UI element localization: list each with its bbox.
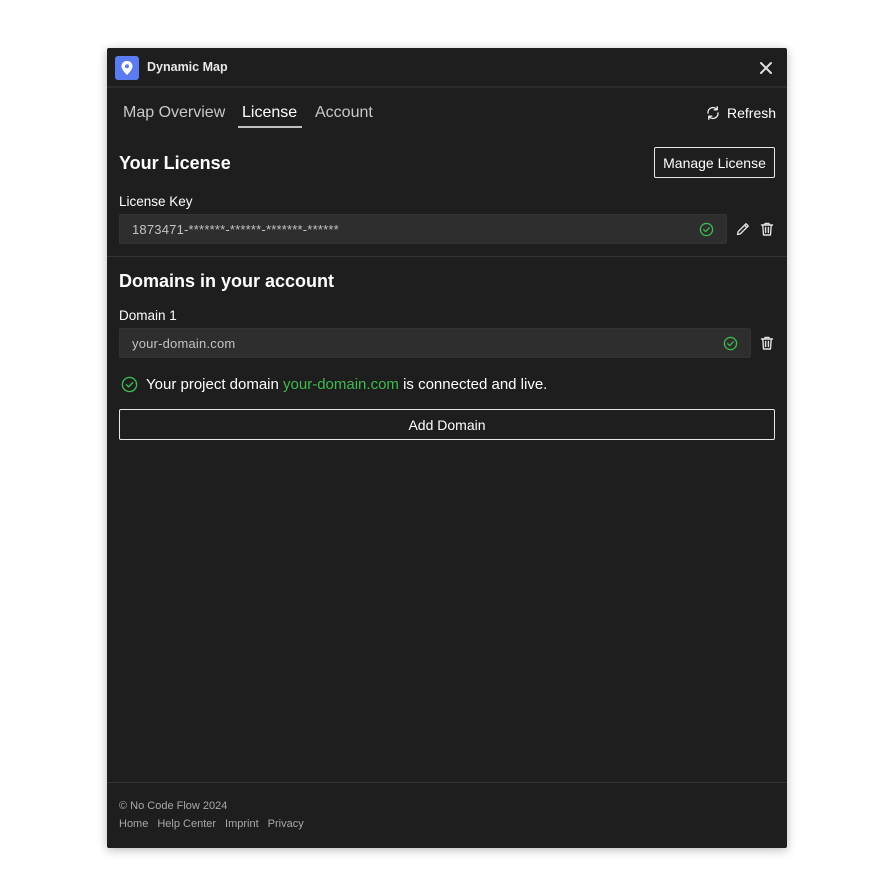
tab-license[interactable]: License <box>242 104 297 122</box>
status-prefix: Your project domain <box>146 376 284 393</box>
footer-link-help-center[interactable]: Help Center <box>157 818 216 830</box>
trash-icon <box>760 336 774 350</box>
trash-icon <box>760 222 774 236</box>
footer-link-imprint[interactable]: Imprint <box>225 818 259 830</box>
domain-field[interactable]: your-domain.com <box>119 328 751 358</box>
refresh-icon <box>707 106 719 120</box>
app-window: Dynamic Map Map Overview License Account… <box>107 48 787 848</box>
delete-license-button[interactable] <box>759 221 775 242</box>
copyright-text: © No Code Flow 2024 <box>119 800 228 812</box>
close-icon <box>760 62 772 74</box>
status-suffix: is connected and live. <box>398 376 548 393</box>
domain-label: Domain 1 <box>119 308 177 323</box>
close-button[interactable] <box>758 60 774 76</box>
check-circle-icon <box>699 222 714 237</box>
refresh-label: Refresh <box>727 105 777 121</box>
check-circle-icon <box>723 336 738 351</box>
footer-divider <box>107 782 787 783</box>
footer-links: Home Help Center Imprint Privacy <box>119 818 313 830</box>
add-domain-button[interactable]: Add Domain <box>119 409 775 440</box>
app-logo <box>115 56 139 80</box>
edit-license-button[interactable] <box>735 221 751 242</box>
license-key-label: License Key <box>119 194 193 209</box>
pencil-icon <box>736 223 749 236</box>
license-key-field[interactable]: 1873471-*******-******-*******-****** <box>119 214 727 244</box>
check-circle-icon <box>121 376 138 393</box>
domains-section-title: Domains in your account <box>119 271 335 291</box>
footer-link-privacy[interactable]: Privacy <box>268 818 304 830</box>
map-pin-icon <box>121 61 133 75</box>
domain-value: your-domain.com <box>132 336 236 351</box>
manage-license-button[interactable]: Manage License <box>654 147 775 178</box>
footer-link-home[interactable]: Home <box>119 818 148 830</box>
title-bar: Dynamic Map <box>107 48 787 88</box>
section-divider <box>107 256 787 257</box>
status-text: Your project domain your-domain.com is c… <box>146 376 547 393</box>
active-tab-indicator <box>238 126 302 128</box>
delete-domain-button[interactable] <box>759 335 775 356</box>
tab-account[interactable]: Account <box>315 104 373 122</box>
license-section-title: Your License <box>119 153 231 173</box>
status-domain-link[interactable]: your-domain.com <box>283 376 399 393</box>
tab-map-overview[interactable]: Map Overview <box>123 104 225 122</box>
window-title: Dynamic Map <box>147 60 228 74</box>
license-key-value: 1873471-*******-******-*******-****** <box>132 222 339 237</box>
